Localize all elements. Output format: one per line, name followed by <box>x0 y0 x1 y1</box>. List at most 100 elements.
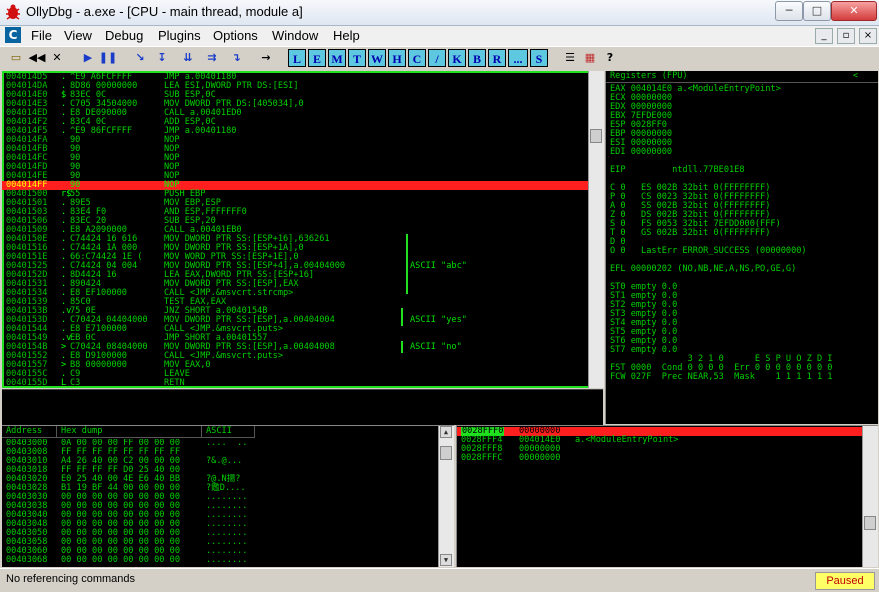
register-line[interactable]: EFL 00000202 (NO,NB,NE,A,NS,PO,GE,G) <box>610 265 796 274</box>
register-list: EAX 004014E0 a.<ModuleEntryPoint> ECX 000… <box>606 85 878 421</box>
disasm-row-selected[interactable]: 004014FF 90 NOP <box>2 181 588 190</box>
scroll-down-arrow[interactable]: ▼ <box>440 554 452 566</box>
title-bar[interactable]: OllyDbg - a.exe - [CPU - main thread, mo… <box>0 0 879 26</box>
run-icon[interactable]: ▶ <box>78 49 98 67</box>
source-window-button[interactable]: S <box>530 49 548 67</box>
register-line[interactable]: T 0 GS 002B 32bit 0(FFFFFFFF) <box>610 229 770 238</box>
menu-options[interactable]: Options <box>213 28 258 43</box>
step-into-icon[interactable]: ↘ <box>130 49 150 67</box>
palette-icon[interactable]: ▦ <box>580 49 600 67</box>
stack-rows: 0028FFF0 00000000 0028FFF4 004014E0 a.<Modul… <box>457 426 862 567</box>
dump-header-ascii-label: ASCII <box>206 426 232 436</box>
scroll-thumb[interactable] <box>590 129 602 143</box>
mdi-close-button[interactable]: × <box>859 28 877 44</box>
close-button[interactable]: ✕ <box>831 1 877 21</box>
scroll-thumb[interactable] <box>440 446 452 460</box>
threads-window-button[interactable]: T <box>348 49 366 67</box>
mdi-minimize-button[interactable]: _ <box>815 28 833 44</box>
maximize-button[interactable]: □ <box>803 1 831 21</box>
disassembly-scrollbar[interactable] <box>588 71 604 388</box>
comment-bracket <box>401 341 403 353</box>
patches-window-button[interactable]: / <box>428 49 446 67</box>
menu-bar: C File View Debug Plugins Options Window… <box>0 26 879 46</box>
cpu-window-button[interactable]: C <box>408 49 426 67</box>
dump-scrollbar[interactable]: ▲ ▼ <box>438 426 454 567</box>
dump-row[interactable]: 00403068 00 00 00 00 00 00 00 00........ <box>2 556 438 565</box>
references-window-button[interactable]: R <box>488 49 506 67</box>
list-icon[interactable]: ☰ <box>560 49 580 67</box>
status-message: No referencing commands <box>6 573 136 585</box>
windows-window-button[interactable]: W <box>368 49 386 67</box>
comment-bracket <box>406 234 408 294</box>
registers-pane[interactable]: Registers (FPU) < EAX 004014E0 a.<Module… <box>605 71 878 424</box>
disasm-hex: C3 <box>70 378 81 387</box>
menu-debug[interactable]: Debug <box>105 28 143 43</box>
stack-row[interactable]: 0028FFF4 004014E0 a.<ModuleEntryPoint> <box>457 436 862 445</box>
trace-into-icon[interactable]: ⇊ <box>178 49 198 67</box>
menu-help[interactable]: Help <box>333 28 360 43</box>
modules-window-button[interactable]: E <box>308 49 326 67</box>
register-line[interactable]: EDI 00000000 <box>610 148 672 157</box>
collapse-icon[interactable]: < <box>853 71 858 82</box>
stack-pane[interactable]: 0028FFF0 00000000 0028FFF4 004014E0 a.<Modul… <box>456 425 878 567</box>
run-trace-window-button[interactable]: ... <box>508 49 528 67</box>
stack-addr: 0028FFFC <box>461 453 503 463</box>
stack-row[interactable]: 0028FFFC 00000000 <box>457 454 862 463</box>
window-title: OllyDbg - a.exe - [CPU - main thread, mo… <box>26 4 303 19</box>
disassembly-listing: 004014D5. ^E9 A6FCFFFF JMP a.00401180 00401… <box>2 73 588 386</box>
help-icon[interactable]: ? <box>600 49 620 67</box>
hex-dump-rows: 00403000 0A 00 00 00 FF 00 00 00.... .. 00… <box>2 439 438 567</box>
registers-header-label: Registers (FPU) <box>610 71 688 81</box>
dump-header-hex[interactable]: Hex dump <box>57 426 202 438</box>
pause-icon[interactable]: ❚❚ <box>98 49 118 67</box>
dump-header-address-label: Address <box>6 426 43 436</box>
dump-header-hex-label: Hex dump <box>61 426 103 436</box>
disasm-row[interactable]: 0040155D L C3 RETN <box>2 378 588 387</box>
memory-window-button[interactable]: M <box>328 49 346 67</box>
register-line[interactable]: EIP ntdll.77BE01E8 <box>610 166 745 175</box>
log-window-button[interactable]: L <box>288 49 306 67</box>
dump-header-ascii[interactable]: ASCII <box>202 426 255 438</box>
execute-till-return-icon[interactable]: ↴ <box>226 49 246 67</box>
disasm-row[interactable]: 004014FA 90 NOP <box>2 136 588 145</box>
ollydbg-bug-icon <box>6 4 20 20</box>
rewind-icon[interactable]: ◀◀ <box>27 49 47 67</box>
registers-header[interactable]: Registers (FPU) < <box>606 71 878 83</box>
breakpoints-window-button[interactable]: B <box>468 49 486 67</box>
hex-dump-pane[interactable]: Address Hex dump ASCII 00403000 0A 00 00 … <box>2 425 454 567</box>
stack-scrollbar[interactable] <box>862 426 878 567</box>
handles-window-button[interactable]: H <box>388 49 406 67</box>
register-line[interactable]: FCW 027F Prec NEAR,53 Mask 1 1 1 1 1 1 <box>610 373 832 382</box>
cpu-window-icon: C <box>5 27 21 43</box>
disasm-row[interactable]: 0040155C. C9 LEAVE <box>2 370 588 379</box>
menu-plugins[interactable]: Plugins <box>158 28 201 43</box>
disasm-row[interactable]: 004014FD 90 NOP <box>2 163 588 172</box>
dump-header-address[interactable]: Address <box>2 426 57 438</box>
register-line[interactable]: O 0 LastErr ERROR_SUCCESS (00000000) <box>610 247 807 256</box>
disasm-cmt: ASCII "abc" <box>410 261 467 271</box>
close-icon[interactable]: ✕ <box>47 49 67 67</box>
step-over-icon[interactable]: ↧ <box>152 49 172 67</box>
disasm-row[interactable]: 004014F5. ^E9 86FCFFFF JMP a.00401180 <box>2 127 588 136</box>
info-pane <box>2 389 603 425</box>
disassembly-pane[interactable]: 004014D5. ^E9 A6FCFFFF JMP a.00401180 00401… <box>2 71 604 388</box>
go-to-icon[interactable]: → <box>256 49 276 67</box>
scroll-thumb[interactable] <box>864 516 876 530</box>
menu-file[interactable]: File <box>31 28 52 43</box>
toolbar: ▭ ◀◀ ✕ ▶ ❚❚ ↘ ↧ ⇊ ⇉ ↴ → L E M T W H C / … <box>0 46 879 71</box>
menu-window[interactable]: Window <box>272 28 318 43</box>
menu-view[interactable]: View <box>64 28 92 43</box>
stack-row[interactable]: 0028FFF8 00000000 <box>457 445 862 454</box>
disasm-addr: 0040155D <box>6 378 48 387</box>
trace-over-icon[interactable]: ⇉ <box>202 49 222 67</box>
disasm-row[interactable]: 004014FC 90 NOP <box>2 154 588 163</box>
status-bar: No referencing commands Paused <box>0 568 879 592</box>
disasm-row[interactable]: 004014FE 90 NOP <box>2 172 588 181</box>
minimize-button[interactable]: ─ <box>775 1 803 21</box>
open-icon[interactable]: ▭ <box>6 49 26 67</box>
scroll-up-arrow[interactable]: ▲ <box>440 426 452 438</box>
mdi-restore-button[interactable]: ▫ <box>837 28 855 44</box>
disasm-row[interactable]: 00401557 > B8 00000000 MOV EAX,0 <box>2 361 588 370</box>
disasm-row[interactable]: 004014FB 90 NOP <box>2 145 588 154</box>
call-stack-window-button[interactable]: K <box>448 49 466 67</box>
